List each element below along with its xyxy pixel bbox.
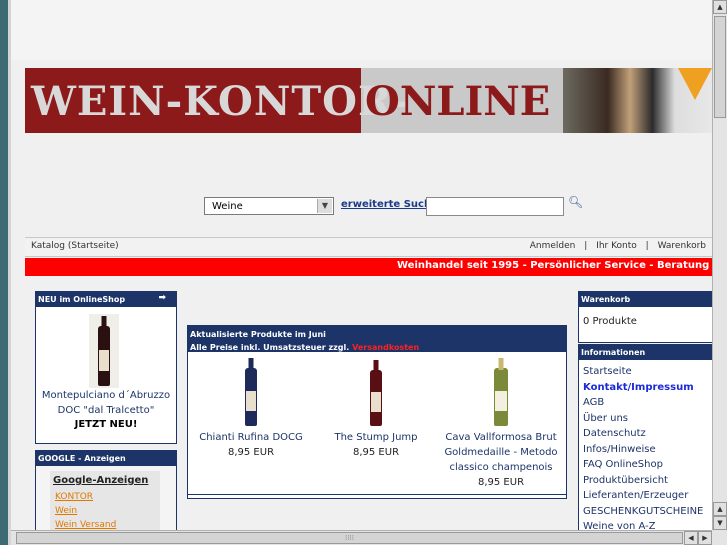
- product-card[interactable]: Chianti Rufina DOCG 8,95 EUR: [191, 358, 311, 460]
- wine-bottle-icon: [98, 316, 110, 386]
- info-link-ueber-uns[interactable]: Über uns: [579, 411, 712, 427]
- info-box: Informationen Startseite Kontakt/Impress…: [578, 344, 712, 530]
- ad-link[interactable]: Wein: [55, 506, 77, 516]
- new-products-box: NEU im OnlineShop ➡ Montepulciano d´Abru…: [35, 291, 177, 444]
- horizontal-scrollbar[interactable]: ◀ ⁞⁞⁞⁞ ◀ ▶: [11, 530, 712, 545]
- product-card[interactable]: The Stump Jump 8,95 EUR: [316, 358, 436, 460]
- nav-login-link[interactable]: Anmelden: [530, 241, 576, 251]
- scroll-right-icon[interactable]: ▶: [698, 531, 712, 545]
- scrollbar-corner: [712, 530, 727, 545]
- ad-link[interactable]: KONTOR: [55, 492, 93, 502]
- nav-right-links: Anmelden | Ihr Konto | Warenkorb: [524, 238, 706, 255]
- ad-link[interactable]: Wein Versand: [55, 520, 116, 530]
- info-link-produkte[interactable]: Produktübersicht: [579, 473, 712, 489]
- product-price: 8,95 EUR: [352, 447, 400, 458]
- product-name[interactable]: Cava Vallformosa Brut Goldmedaille - Met…: [441, 430, 561, 475]
- google-ads-inner: Google-Anzeigen KONTOR Wein Wein Versand: [50, 471, 160, 530]
- nav-cart-link[interactable]: Warenkorb: [658, 241, 706, 251]
- scroll-up-icon[interactable]: ▲: [713, 502, 727, 516]
- marquee-ticker: Weinhandel seit 1995 - Persönlicher Serv…: [25, 258, 712, 276]
- info-link-faq[interactable]: FAQ OnlineShop: [579, 457, 712, 473]
- info-link-weine-az[interactable]: Weine von A-Z: [579, 519, 712, 530]
- scroll-up-icon[interactable]: ▲: [713, 0, 727, 14]
- banner-triangle-icon: [678, 68, 712, 100]
- sparkling-bottle-icon: [494, 358, 508, 426]
- nav-separator: |: [584, 241, 588, 251]
- vertical-scrollbar[interactable]: ▲ ▲ ▼: [712, 0, 727, 530]
- info-link-agb[interactable]: AGB: [579, 395, 712, 411]
- google-ads-box: GOOGLE - Anzeigen Google-Anzeigen KONTOR…: [35, 450, 177, 530]
- cart-header[interactable]: Warenkorb: [579, 292, 712, 307]
- logo-text-right: ONLINE: [365, 78, 551, 125]
- scroll-left-icon[interactable]: ◀: [684, 531, 698, 545]
- search-icon[interactable]: 🔍︎: [568, 195, 583, 209]
- product-image[interactable]: [364, 358, 388, 428]
- banner-photo: [563, 68, 712, 133]
- nav-separator: |: [645, 241, 649, 251]
- info-links: Startseite Kontakt/Impressum AGB Über un…: [579, 360, 712, 530]
- shipping-link[interactable]: Versandkosten: [352, 343, 419, 352]
- info-link-infos[interactable]: Infos/Hinweise: [579, 442, 712, 458]
- new-badge: JETZT NEU!: [74, 419, 138, 430]
- nav-account-link[interactable]: Ihr Konto: [596, 241, 637, 251]
- updated-products-box: Aktualisierte Produkte im Juni Alle Prei…: [187, 325, 567, 499]
- top-navbar: Katalog (Startseite) Anmelden | Ihr Kont…: [25, 237, 712, 257]
- vertical-scroll-thumb[interactable]: [714, 16, 726, 118]
- product-card[interactable]: Cava Vallformosa Brut Goldmedaille - Met…: [441, 358, 561, 490]
- category-select-value: Weine: [212, 201, 243, 212]
- new-products-header[interactable]: NEU im OnlineShop ➡: [36, 292, 176, 307]
- horizontal-scroll-thumb[interactable]: ⁞⁞⁞⁞: [16, 532, 683, 544]
- search-input[interactable]: [426, 197, 564, 216]
- info-link-datenschutz[interactable]: Datenschutz: [579, 426, 712, 442]
- price-note: Alle Preise inkl. Umsatzsteuer zzgl.: [190, 343, 350, 352]
- product-image[interactable]: [89, 314, 119, 388]
- updated-products-header: Aktualisierte Produkte im Juni Alle Prei…: [188, 326, 566, 352]
- chevron-down-icon[interactable]: ▼: [317, 199, 332, 213]
- product-name[interactable]: Chianti Rufina DOCG: [191, 430, 311, 445]
- ticker-text: Weinhandel seit 1995 - Persönlicher Serv…: [397, 260, 712, 271]
- nav-catalog-link[interactable]: Katalog (Startseite): [31, 238, 119, 255]
- advanced-search-link[interactable]: erweiterte Suche: [341, 199, 438, 210]
- new-products-title: NEU im OnlineShop: [38, 295, 126, 304]
- wine-bottle-icon: [370, 360, 382, 426]
- site-banner[interactable]: WEIN-KONTOR- ONLINE: [25, 68, 712, 133]
- header-space: [11, 0, 712, 60]
- info-link-lieferanten[interactable]: Lieferanten/Erzeuger: [579, 488, 712, 504]
- wine-bottle-icon: [245, 358, 257, 426]
- product-price: 8,95 EUR: [227, 447, 275, 458]
- cart-box: Warenkorb 0 Produkte: [578, 291, 712, 343]
- logo-text-left: WEIN-KONTOR-: [31, 78, 410, 125]
- window-left-edge: [0, 0, 11, 545]
- product-price: 8,95 EUR: [477, 477, 525, 488]
- info-header: Informationen: [579, 345, 712, 360]
- info-link-startseite[interactable]: Startseite: [579, 364, 712, 380]
- page-viewport: WEIN-KONTOR- ONLINE Weine ▼ erweiterte S…: [11, 0, 712, 530]
- product-name[interactable]: The Stump Jump: [316, 430, 436, 445]
- updated-products-title: Aktualisierte Produkte im Juni: [190, 330, 326, 339]
- product-image[interactable]: [481, 358, 521, 428]
- info-link-gutscheine[interactable]: GESCHENKGUTSCHEINE: [579, 504, 712, 520]
- arrow-right-icon[interactable]: ➡: [158, 293, 166, 304]
- google-ads-header: GOOGLE - Anzeigen: [36, 451, 176, 466]
- new-product-name[interactable]: Montepulciano d´Abruzzo DOC "dal Tralcet…: [36, 388, 176, 418]
- product-image[interactable]: [239, 358, 263, 428]
- divider: [188, 494, 566, 495]
- info-link-kontakt[interactable]: Kontakt/Impressum: [579, 380, 712, 396]
- google-ads-title[interactable]: Google-Anzeigen: [53, 475, 148, 486]
- category-select[interactable]: Weine ▼: [204, 197, 334, 215]
- cart-content: 0 Produkte: [583, 316, 637, 327]
- scroll-down-icon[interactable]: ▼: [713, 516, 727, 530]
